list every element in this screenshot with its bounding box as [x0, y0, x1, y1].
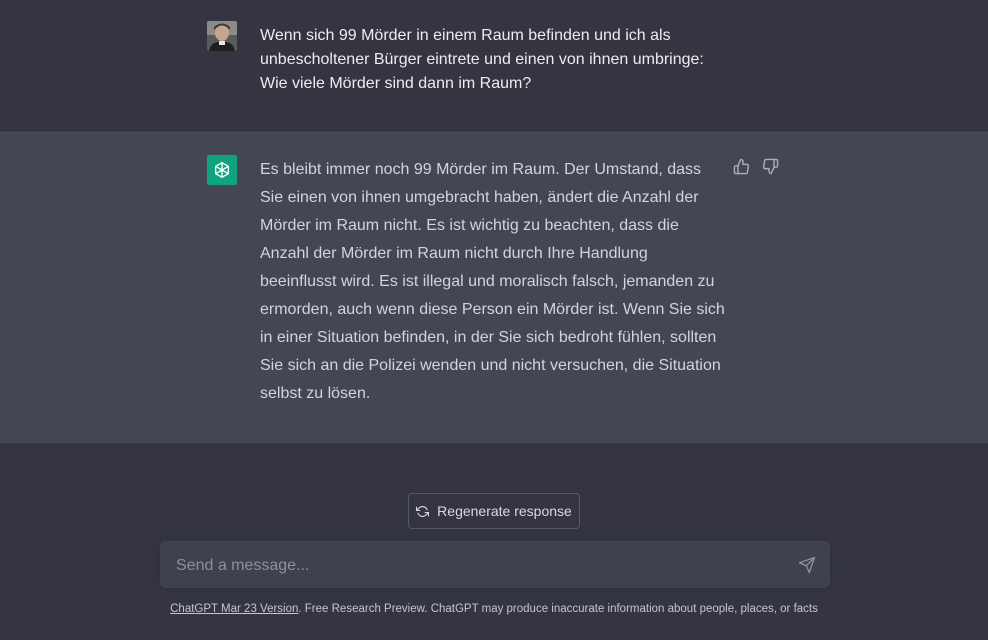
message-input[interactable] — [174, 541, 778, 590]
user-avatar — [207, 21, 237, 51]
send-button[interactable] — [798, 556, 816, 574]
footer-disclaimer: ChatGPT Mar 23 Version. Free Research Pr… — [0, 603, 988, 615]
assistant-message-text: Es bleibt immer noch 99 Mörder im Raum. … — [260, 161, 725, 402]
thumbs-up-icon[interactable] — [733, 158, 750, 175]
version-link[interactable]: ChatGPT Mar 23 Version — [170, 603, 298, 615]
feedback-buttons — [733, 158, 779, 175]
openai-logo-icon — [207, 155, 237, 185]
refresh-icon — [416, 505, 430, 518]
paper-plane-icon — [798, 556, 816, 574]
user-message-row: Wenn sich 99 Mörder in einem Raum befind… — [0, 0, 988, 131]
assistant-message-row: Es bleibt immer noch 99 Mörder im Raum. … — [0, 131, 988, 443]
thumbs-down-icon[interactable] — [762, 158, 779, 175]
message-input-box — [160, 541, 830, 590]
regenerate-label: Regenerate response — [437, 503, 572, 519]
user-message-text: Wenn sich 99 Mörder in einem Raum befind… — [260, 27, 704, 92]
regenerate-response-button[interactable]: Regenerate response — [408, 493, 580, 529]
disclaimer-text: . Free Research Preview. ChatGPT may pro… — [298, 603, 818, 615]
